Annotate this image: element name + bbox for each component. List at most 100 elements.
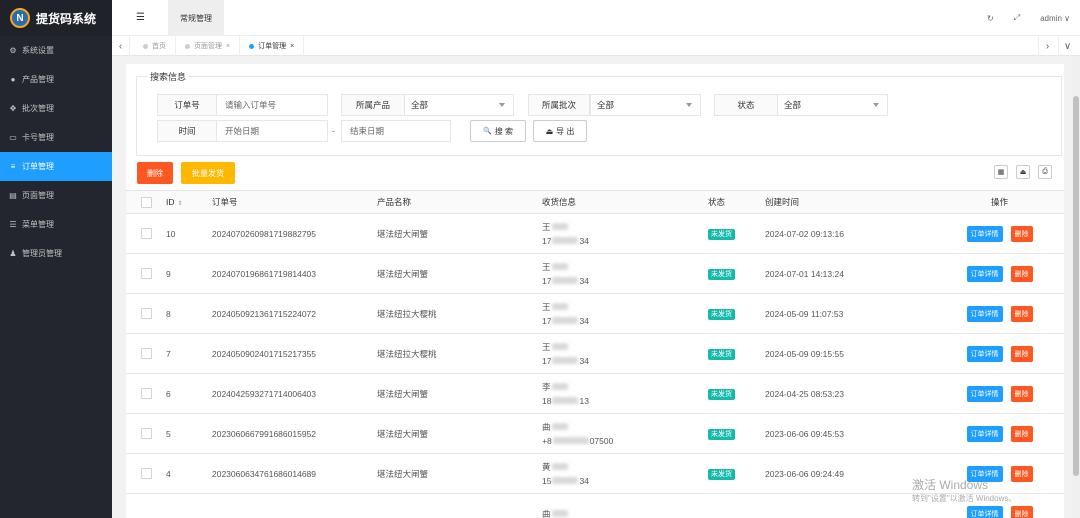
batch-select[interactable]: 全部 — [590, 94, 701, 116]
row-checkbox[interactable] — [140, 268, 152, 279]
phone-prefix: +8 — [542, 435, 552, 446]
id-header[interactable]: ID ⇕ — [166, 197, 212, 207]
gear-icon: ⚙ — [9, 45, 17, 55]
phone-suffix: 34 — [579, 235, 589, 246]
tabs-scroll-right-icon[interactable]: › — [1038, 36, 1056, 56]
order-no-cell: 20230606679916860159​52 — [212, 428, 317, 439]
delete-row-button[interactable]: 删除 — [1010, 225, 1033, 242]
tab-2[interactable]: 订单管理 × — [240, 36, 305, 56]
columns-filter-icon[interactable]: ▦ — [994, 165, 1008, 179]
created-cell: 2023-06-06 09:24:49 — [765, 468, 844, 479]
redacted-name — [551, 383, 568, 390]
search-legend: 搜索信息 — [147, 70, 190, 83]
tabs-more-icon[interactable]: ∨ — [1058, 36, 1076, 56]
end-date-input[interactable]: 结束日期 — [341, 120, 451, 142]
redacted-name — [551, 423, 568, 430]
product-cell: 堪法纽拉大樱桃 — [377, 348, 437, 359]
scrollbar-thumb[interactable] — [1073, 96, 1079, 476]
product-cell: 堪法纽大闸蟹 — [377, 388, 429, 399]
windows-activation-watermark: 激活 Windows 转到"设置"以激活 Windows。 — [912, 478, 1016, 506]
order-detail-button[interactable]: 订单详情 — [966, 225, 1003, 242]
tab-0[interactable]: 首页 — [134, 36, 176, 56]
delete-row-button[interactable]: 删除 — [1010, 425, 1033, 442]
batch-label: 所属批次 — [528, 94, 590, 116]
watermark-title: 激活 Windows — [912, 478, 989, 492]
phone-suffix: 34 — [579, 475, 589, 486]
app-logo[interactable]: N 提货码系统 — [0, 0, 112, 36]
page-icon: ▤ — [9, 190, 17, 200]
order-detail-button[interactable]: 订单详情 — [966, 505, 1003, 518]
delete-row-button[interactable]: 删除 — [1010, 385, 1033, 402]
row-checkbox[interactable] — [140, 348, 152, 359]
table-export-icon[interactable]: ⏏ — [1016, 165, 1030, 179]
header-tab-general[interactable]: 常规管理 — [168, 0, 224, 36]
phone-prefix: 17 — [542, 315, 552, 326]
phone-prefix: 18 — [542, 395, 552, 406]
refresh-icon[interactable]: ↻ — [987, 14, 994, 23]
select-all-checkbox[interactable] — [140, 196, 152, 208]
row-checkbox[interactable] — [140, 228, 152, 239]
status-select[interactable]: 全部 — [777, 94, 888, 116]
sidebar-item-4[interactable]: ≡ 订单管理 — [0, 152, 112, 181]
page-tabbar: ‹ 首页 页面管理 × 订单管理 × › ∨ — [112, 36, 1080, 56]
search-button-label: 搜 索 — [494, 126, 513, 136]
export-button[interactable]: ⏏ 导 出 — [533, 120, 587, 142]
menu-fold-icon[interactable]: ☰ — [136, 12, 145, 23]
order-detail-button[interactable]: 订单详情 — [966, 265, 1003, 282]
delete-selected-button[interactable]: 删除 — [137, 162, 173, 184]
batch-ship-button[interactable]: 批量发货 — [181, 162, 235, 184]
product-cell: 堪法纽大闸蟹 — [377, 468, 429, 479]
row-checkbox[interactable] — [140, 388, 152, 399]
recipient-name: 李 — [542, 381, 551, 392]
tab-label: 订单管理 — [258, 43, 287, 50]
order-detail-button[interactable]: 订单详情 — [966, 345, 1003, 362]
order-detail-button[interactable]: 订单详情 — [966, 305, 1003, 322]
sidebar-item-1[interactable]: ● 产品管理 — [0, 65, 112, 94]
sidebar-item-3[interactable]: ▭ 卡号管理 — [0, 123, 112, 152]
row-checkbox[interactable] — [140, 468, 152, 479]
search-button[interactable]: 🔍 搜 索 — [470, 120, 526, 142]
tab-label: 页面管理 — [194, 43, 222, 50]
product-select[interactable]: 全部 — [404, 94, 514, 116]
row-checkbox[interactable] — [140, 428, 152, 439]
created-cell: 2024-07-01 14:13:24 — [765, 268, 844, 279]
redacted-phone — [552, 237, 579, 244]
redacted-phone — [552, 437, 589, 444]
id-cell: 9 — [166, 268, 171, 279]
delete-row-button[interactable]: 删除 — [1010, 505, 1033, 518]
close-icon[interactable]: × — [226, 43, 230, 50]
close-icon[interactable]: × — [290, 43, 294, 50]
product-cell: 堪法纽拉大樱桃 — [377, 308, 437, 319]
order-no-input[interactable]: 请输入订单号 — [216, 94, 328, 116]
sidebar-item-5[interactable]: ▤ 页面管理 — [0, 181, 112, 210]
table-body: 10 20240702609817198827​95 堪法纽大闸蟹王 17 34 未发货 2… — [126, 214, 1064, 518]
sidebar-item-2[interactable]: ✥ 批次管理 — [0, 94, 112, 123]
order-detail-button[interactable]: 订单详情 — [966, 385, 1003, 402]
sidebar-item-7[interactable]: ♟ 管理员管理 — [0, 239, 112, 268]
product-header: 产品名称 — [377, 197, 412, 207]
order-detail-button[interactable]: 订单详情 — [966, 425, 1003, 442]
page-scrollbar[interactable] — [1072, 56, 1080, 518]
delete-row-button[interactable]: 删除 — [1010, 265, 1033, 282]
delete-row-button[interactable]: 删除 — [1010, 305, 1033, 322]
start-date-input[interactable]: 开始日期 — [216, 120, 328, 142]
print-icon[interactable]: ⎙ — [1038, 165, 1052, 179]
watermark-subtitle: 转到"设置"以激活 Windows。 — [912, 494, 1017, 503]
tab-1[interactable]: 页面管理 × — [176, 36, 241, 56]
user-menu[interactable]: admin ∨ — [1040, 14, 1070, 23]
batch-select-value: 全部 — [597, 100, 615, 110]
top-header: ☰ 常规管理 ↻ ⤢ admin ∨ — [112, 0, 1080, 36]
sort-icon: ⇕ — [177, 201, 183, 207]
order-no-header: 订单号 — [212, 197, 238, 207]
table-header: ID ⇕ 订单号 产品名称 收货信息 状态 创建时间 操作 — [126, 190, 1064, 214]
recipient-name: 曲 — [542, 508, 551, 518]
sidebar-item-0[interactable]: ⚙ 系统设置 — [0, 36, 112, 65]
tabs-scroll-left-icon[interactable]: ‹ — [112, 36, 130, 56]
sidebar-item-6[interactable]: ☰ 菜单管理 — [0, 210, 112, 239]
recipient-name: 王 — [542, 341, 551, 352]
id-cell: 10 — [166, 228, 176, 239]
delete-row-button[interactable]: 删除 — [1010, 345, 1033, 362]
row-checkbox[interactable] — [140, 308, 152, 319]
product-cell: 堪法纽大闸蟹 — [377, 268, 429, 279]
fullscreen-icon[interactable]: ⤢ — [1014, 13, 1020, 23]
